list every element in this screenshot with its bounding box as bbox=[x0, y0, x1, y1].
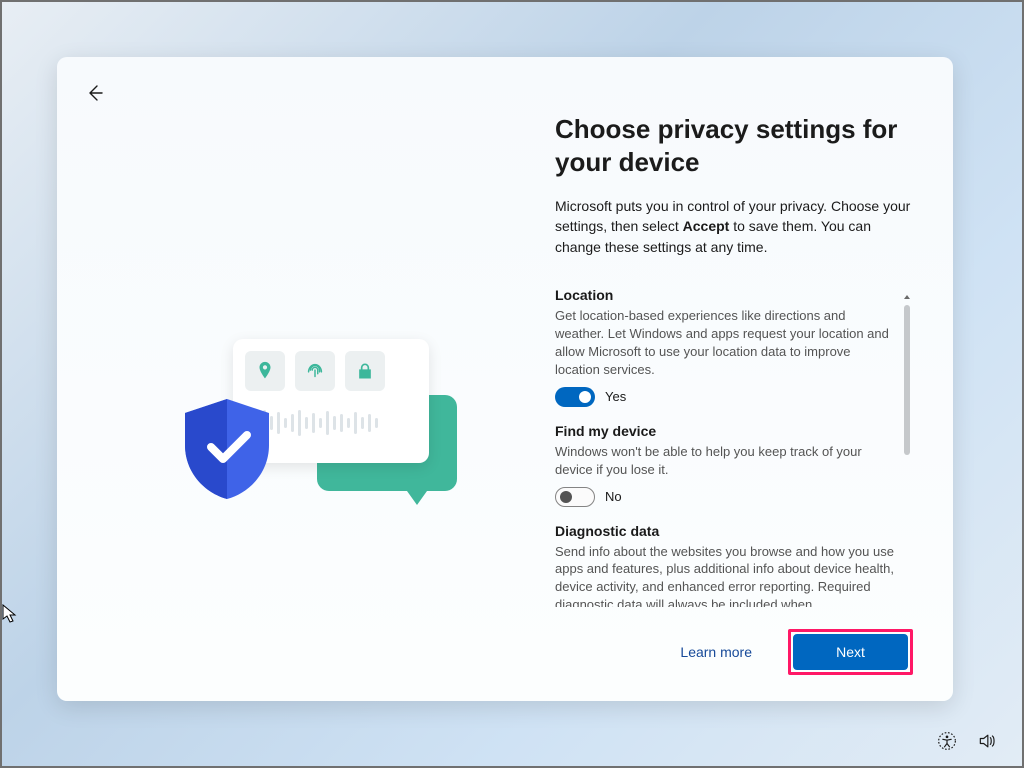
setting-location: Location Get location-based experiences … bbox=[555, 287, 895, 407]
volume-icon[interactable] bbox=[976, 730, 998, 752]
page-subtitle: Microsoft puts you in control of your pr… bbox=[555, 196, 913, 257]
setting-title: Find my device bbox=[555, 423, 895, 439]
next-button[interactable]: Next bbox=[793, 634, 908, 670]
setting-description: Windows won't be able to help you keep t… bbox=[555, 443, 895, 479]
content-pane: Choose privacy settings for your device … bbox=[537, 57, 953, 701]
scrollbar-thumb[interactable] bbox=[904, 305, 910, 455]
toggle-state-label: Yes bbox=[605, 389, 626, 404]
setting-description: Send info about the websites you browse … bbox=[555, 543, 895, 607]
scrollbar[interactable] bbox=[901, 291, 913, 607]
accessibility-icon[interactable] bbox=[936, 730, 958, 752]
privacy-illustration bbox=[177, 317, 457, 527]
lock-icon bbox=[345, 351, 385, 391]
learn-more-link[interactable]: Learn more bbox=[680, 644, 752, 660]
setting-title: Diagnostic data bbox=[555, 523, 895, 539]
find-my-device-toggle[interactable] bbox=[555, 487, 595, 507]
location-toggle[interactable] bbox=[555, 387, 595, 407]
setting-description: Get location-based experiences like dire… bbox=[555, 307, 895, 379]
setting-title: Location bbox=[555, 287, 895, 303]
setting-diagnostic-data: Diagnostic data Send info about the webs… bbox=[555, 523, 895, 607]
toggle-state-label: No bbox=[605, 489, 622, 504]
cursor-icon bbox=[2, 604, 18, 629]
page-title: Choose privacy settings for your device bbox=[555, 113, 913, 178]
illustration-pane bbox=[57, 57, 537, 701]
settings-scroll-region[interactable]: Location Get location-based experiences … bbox=[555, 287, 913, 607]
dialog-footer: Learn more Next bbox=[555, 607, 913, 701]
setting-find-my-device: Find my device Windows won't be able to … bbox=[555, 423, 895, 507]
shield-check-icon bbox=[177, 395, 277, 503]
taskbar-tray bbox=[936, 730, 998, 752]
privacy-settings-dialog: Choose privacy settings for your device … bbox=[57, 57, 953, 701]
scroll-down-icon[interactable] bbox=[901, 603, 913, 607]
scroll-up-icon[interactable] bbox=[901, 291, 913, 303]
fingerprint-icon bbox=[295, 351, 335, 391]
next-button-highlight: Next bbox=[788, 629, 913, 675]
location-pin-icon bbox=[245, 351, 285, 391]
